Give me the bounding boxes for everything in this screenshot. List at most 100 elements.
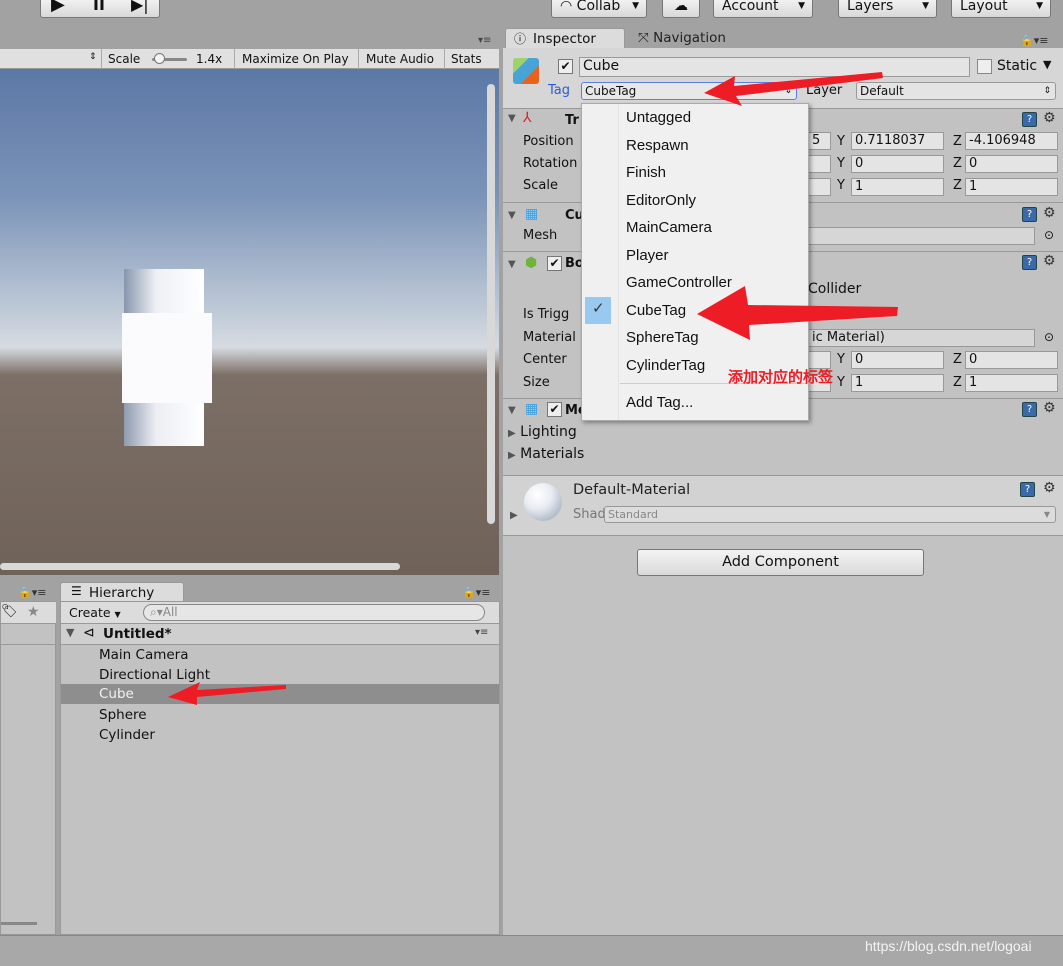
hierarchy-icon: ☰ [71, 584, 82, 598]
hierarchy-search-input[interactable]: ⌕▾All [143, 604, 485, 621]
gameobject-icon[interactable] [513, 58, 539, 84]
panel-menu-icon[interactable]: ▾≡ [478, 35, 491, 46]
transform-icon: ⅄ [523, 110, 532, 126]
scene-header[interactable]: ▼ ⊲ Untitled* ▾≡ [61, 624, 499, 645]
collab-icon: ◠ [560, 0, 577, 14]
watermark: https://blog.csdn.net/logoai [865, 938, 1032, 954]
vertical-scrollbar[interactable] [487, 84, 495, 524]
cylinder-object [124, 403, 204, 446]
lock-icon[interactable]: 🔒▾≡ [462, 586, 490, 599]
position-z-field[interactable]: -4.106948 [965, 132, 1058, 150]
help-icon[interactable]: ? [1022, 255, 1037, 270]
gear-icon[interactable]: ⚙ [1043, 205, 1056, 221]
tab-navigation[interactable]: ⤧ Navigation [638, 30, 726, 46]
favorites-star-icon[interactable]: ★ [27, 604, 40, 620]
position-y-field[interactable]: 0.7118037 [851, 132, 944, 150]
tab-inspector[interactable]: ⓘ Inspector [505, 28, 625, 49]
foldout-triangle-icon[interactable]: ▶ [510, 510, 518, 521]
box-collider-enabled-checkbox[interactable]: ✔ [547, 256, 562, 271]
menu-item-cylindertag[interactable]: CylinderTag [626, 357, 705, 374]
help-icon[interactable]: ? [1022, 112, 1037, 127]
edit-collider-button[interactable]: Collider [808, 281, 861, 297]
foldout-triangle-icon[interactable]: ▼ [508, 405, 516, 416]
step-icon[interactable]: ▶| [131, 0, 149, 13]
hierarchy-item[interactable]: Cylinder [99, 725, 155, 745]
help-icon[interactable]: ? [1020, 482, 1035, 497]
center-y-field[interactable]: 0 [851, 351, 944, 369]
tag-filter-icon[interactable]: 🏷 [1, 604, 18, 619]
tab-hierarchy[interactable]: ☰ Hierarchy [60, 582, 184, 602]
foldout-triangle-icon[interactable]: ▼ [508, 210, 516, 221]
stats-toggle[interactable]: Stats [451, 52, 482, 66]
create-dropdown[interactable]: Create ▼ [69, 605, 121, 620]
position-x-field[interactable]: 5 [808, 132, 831, 150]
menu-item-untagged[interactable]: Untagged [626, 109, 691, 126]
game-viewport[interactable] [0, 69, 499, 575]
shader-dropdown[interactable]: Standard ▼ [604, 506, 1056, 523]
menu-item-maincamera[interactable]: MainCamera [626, 219, 712, 236]
menu-item-cubetag[interactable]: CubeTag [626, 302, 686, 319]
help-icon[interactable]: ? [1022, 402, 1037, 417]
menu-item-finish[interactable]: Finish [626, 164, 666, 181]
cloud-button[interactable]: ☁ [662, 0, 700, 18]
gear-icon[interactable]: ⚙ [1043, 110, 1056, 126]
resolution-dropdown[interactable]: ⇕ [89, 52, 97, 62]
collab-button[interactable]: ◠ Collab ▼ [551, 0, 647, 18]
center-z-field[interactable]: 0 [965, 351, 1058, 369]
add-component-button[interactable]: Add Component [637, 549, 924, 576]
gear-icon[interactable]: ⚙ [1043, 400, 1056, 416]
active-checkbox[interactable]: ✔ [558, 59, 573, 74]
scale-x-field[interactable] [808, 178, 831, 196]
lock-icon[interactable]: 🔒▾≡ [1020, 34, 1048, 47]
size-z-field[interactable]: 1 [965, 374, 1058, 392]
scrollbar[interactable] [1, 922, 37, 925]
hierarchy-item-selected[interactable]: Cube [61, 684, 499, 704]
hierarchy-item[interactable]: Sphere [99, 705, 147, 725]
menu-item-spheretag[interactable]: SphereTag [626, 329, 699, 346]
size-y-field[interactable]: 1 [851, 374, 944, 392]
foldout-triangle-icon[interactable]: ▼ [508, 259, 516, 270]
unity-logo-icon: ⊲ [83, 625, 95, 641]
object-picker-icon[interactable]: ⊙ [1044, 228, 1054, 242]
lock-icon[interactable]: 🔒▾≡ [18, 586, 46, 599]
menu-item-editoronly[interactable]: EditorOnly [626, 192, 696, 209]
rotation-y-field[interactable]: 0 [851, 155, 944, 173]
mesh-renderer-enabled-checkbox[interactable]: ✔ [547, 402, 562, 417]
physic-material-field[interactable]: ic Material) [808, 329, 1035, 347]
object-picker-icon[interactable]: ⊙ [1044, 330, 1054, 344]
foldout-triangle-icon[interactable]: ▼ [508, 113, 516, 124]
layers-button[interactable]: Layers ▼ [838, 0, 937, 18]
object-name-input[interactable]: Cube [579, 57, 970, 77]
mesh-field[interactable] [808, 227, 1035, 245]
static-checkbox[interactable] [977, 59, 992, 74]
tag-dropdown[interactable]: CubeTag ⇕ [581, 82, 797, 100]
maximize-on-play-toggle[interactable]: Maximize On Play [242, 52, 349, 66]
scale-z-field[interactable]: 1 [965, 178, 1058, 196]
menu-item-gamecontroller[interactable]: GameController [626, 274, 732, 291]
rotation-x-field[interactable] [808, 155, 831, 173]
pause-icon[interactable]: II [93, 0, 105, 13]
layout-button[interactable]: Layout ▼ [951, 0, 1051, 18]
horizontal-scrollbar[interactable] [0, 563, 400, 570]
help-icon[interactable]: ? [1022, 207, 1037, 222]
expand-triangle-icon[interactable]: ▼ [66, 626, 74, 639]
account-button[interactable]: Account ▼ [713, 0, 813, 18]
gear-icon[interactable]: ⚙ [1043, 253, 1056, 269]
hierarchy-item[interactable]: Directional Light [99, 665, 210, 685]
hierarchy-item[interactable]: Main Camera [99, 645, 189, 665]
lighting-foldout[interactable]: ▶ Lighting [508, 424, 577, 440]
menu-item-player[interactable]: Player [626, 247, 669, 264]
play-icon[interactable]: ▶ [51, 0, 65, 14]
materials-foldout[interactable]: ▶ Materials [508, 446, 584, 462]
scale-slider-thumb[interactable] [154, 53, 165, 64]
menu-item-respawn[interactable]: Respawn [626, 137, 689, 154]
menu-item-add-tag[interactable]: Add Tag... [626, 394, 693, 411]
rotation-z-field[interactable]: 0 [965, 155, 1058, 173]
gear-icon[interactable]: ⚙ [1043, 480, 1056, 496]
layer-dropdown[interactable]: Default ⇕ [856, 82, 1056, 100]
static-dropdown-icon[interactable]: ▼ [1043, 58, 1051, 71]
scale-y-field[interactable]: 1 [851, 178, 944, 196]
mute-audio-toggle[interactable]: Mute Audio [366, 52, 434, 66]
scene-menu-icon[interactable]: ▾≡ [475, 627, 488, 638]
playback-controls: ▶ II ▶| [40, 0, 160, 18]
